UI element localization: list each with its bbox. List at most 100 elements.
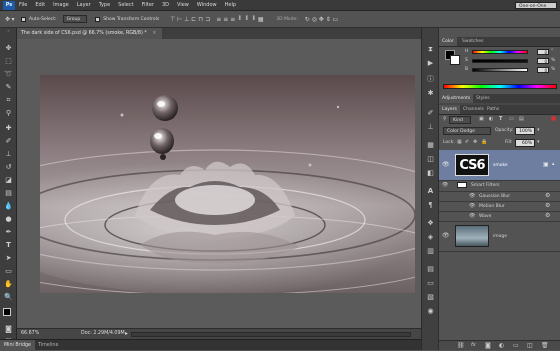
tab-mini-bridge[interactable]: Mini Bridge xyxy=(0,340,36,351)
brightness-slider[interactable] xyxy=(472,68,528,72)
color-spectrum-bar[interactable] xyxy=(443,84,557,89)
navigator-panel-icon[interactable]: ◫ xyxy=(425,154,436,164)
wave-visibility-eye-icon[interactable]: 👁 xyxy=(469,213,475,219)
tool-preset-chevron-icon[interactable]: ▾ xyxy=(11,16,15,23)
auto-align-icon[interactable]: ▦ xyxy=(257,16,264,23)
tab-adjustments[interactable]: Adjustments xyxy=(439,94,474,103)
lock-image-icon[interactable]: ✐ xyxy=(465,139,469,145)
align-bottom-icon[interactable]: ⊥ xyxy=(183,16,190,23)
tab-styles[interactable]: Styles xyxy=(473,94,493,103)
link-layers-icon[interactable]: ⛓ xyxy=(457,342,465,349)
dodge-tool-icon[interactable]: ● xyxy=(3,215,14,224)
layer-row-image[interactable]: 👁 image xyxy=(439,221,560,252)
document-tab[interactable]: The dark side of CS6.psd @ 66.7% (smoke,… xyxy=(17,28,163,39)
lock-all-icon[interactable]: 🔒 xyxy=(481,139,487,145)
distribute-2-icon[interactable]: ≡ xyxy=(222,16,229,23)
add-mask-icon[interactable]: ◙ xyxy=(485,342,491,349)
lock-transparent-icon[interactable]: ▦ xyxy=(457,139,462,145)
menu-file[interactable]: File xyxy=(19,2,27,8)
properties-panel-icon[interactable]: ⓘ xyxy=(425,74,436,84)
info-panel-icon[interactable]: ✱ xyxy=(425,88,436,98)
auto-select-checkbox[interactable] xyxy=(21,16,26,22)
3d-slide-icon[interactable]: ⇕ xyxy=(325,16,332,23)
history-panel-icon[interactable]: ⧗ xyxy=(425,44,436,54)
opacity-slider-arrow-icon[interactable]: ▾ xyxy=(537,127,540,133)
layer-comps-panel-icon[interactable]: ❖ xyxy=(425,218,436,228)
smart-filter-mask-thumbnail[interactable] xyxy=(457,182,467,188)
paragraph-panel-icon[interactable]: ¶ xyxy=(425,200,436,210)
saturation-value[interactable]: 0 xyxy=(537,58,549,64)
marquee-tool-icon[interactable]: ⬚ xyxy=(3,57,14,66)
menu-3d[interactable]: 3D xyxy=(162,2,169,8)
new-layer-icon[interactable]: ◫ xyxy=(527,342,533,349)
align-top-icon[interactable]: ⊤ xyxy=(169,16,176,23)
3d-roll-icon[interactable]: ◎ xyxy=(311,16,318,23)
horizontal-scrollbar[interactable] xyxy=(131,332,411,337)
menu-type[interactable]: Type xyxy=(99,2,110,8)
actions-panel-icon[interactable]: ▶ xyxy=(425,58,436,68)
menu-select[interactable]: Select xyxy=(118,2,133,8)
healing-brush-tool-icon[interactable]: ✚ xyxy=(3,124,14,133)
layer-name-smoke[interactable]: smoke xyxy=(493,163,508,168)
menu-view[interactable]: View xyxy=(177,2,189,8)
3d-rotate-icon[interactable]: ↻ xyxy=(304,16,311,23)
3d-panel-icon[interactable]: ◈ xyxy=(425,232,436,242)
menu-image[interactable]: Image xyxy=(53,2,69,8)
menu-help[interactable]: Help xyxy=(225,2,236,8)
brush-panel-icon[interactable]: ✐ xyxy=(425,108,436,118)
status-menu-arrow-icon[interactable]: ▸ xyxy=(125,330,128,337)
lasso-tool-icon[interactable]: ➰ xyxy=(3,70,14,79)
tab-timeline[interactable]: Timeline xyxy=(34,340,62,351)
shape-tool-icon[interactable]: ▭ xyxy=(3,267,14,276)
hue-value[interactable]: 0 xyxy=(537,49,549,55)
close-tab-icon[interactable]: × xyxy=(152,31,156,36)
channels-panel-icon[interactable]: ◉ xyxy=(425,306,436,316)
motion-blur-options-icon[interactable]: ⚙ xyxy=(545,202,550,209)
filter-smart-object-icon[interactable]: ▤ xyxy=(519,116,524,122)
distribute-4-icon[interactable]: ⦀ xyxy=(236,15,243,23)
tab-paths[interactable]: Paths xyxy=(484,105,502,114)
filter-shape-icon[interactable]: ▭ xyxy=(509,116,514,122)
layer-visibility-eye-icon[interactable]: 👁 xyxy=(442,232,450,239)
background-color-swatch[interactable] xyxy=(450,55,460,65)
swatches-panel-icon[interactable]: ▦ xyxy=(425,140,436,150)
blend-mode-dropdown[interactable]: Color Dodge xyxy=(443,127,491,135)
clone-stamp-tool-icon[interactable]: ⊥ xyxy=(3,150,14,159)
character-panel-icon[interactable]: A xyxy=(425,186,436,196)
show-transform-checkbox[interactable] xyxy=(95,16,101,22)
styles-panel-icon[interactable]: ▧ xyxy=(425,292,436,302)
distribute-6-icon[interactable]: ⦀ xyxy=(250,15,257,23)
distribute-5-icon[interactable]: ⦀ xyxy=(243,15,250,23)
layer-row-smoke[interactable]: 👁 CS6 smoke ▣ ▴ xyxy=(439,150,560,181)
align-left-icon[interactable]: ⊏ xyxy=(190,16,197,23)
measurement-panel-icon[interactable]: ▥ xyxy=(425,246,436,256)
tab-layers[interactable]: Layers xyxy=(439,105,460,114)
align-middle-icon[interactable]: ⊢ xyxy=(176,16,183,23)
motion-blur-visibility-eye-icon[interactable]: 👁 xyxy=(469,203,475,209)
menu-edit[interactable]: Edit xyxy=(35,2,45,8)
history-brush-tool-icon[interactable]: ↺ xyxy=(3,163,14,172)
menu-window[interactable]: Window xyxy=(197,2,217,8)
gaussian-blur-options-icon[interactable]: ⚙ xyxy=(545,192,550,199)
menu-layer[interactable]: Layer xyxy=(77,2,91,8)
tab-channels[interactable]: Channels xyxy=(460,105,487,114)
gaussian-blur-visibility-eye-icon[interactable]: 👁 xyxy=(469,193,475,199)
zoom-tool-icon[interactable]: 🔍 xyxy=(3,293,14,302)
move-tool-icon[interactable]: ✥ xyxy=(3,44,14,53)
align-center-icon[interactable]: ⊓ xyxy=(197,16,204,23)
gradient-tool-icon[interactable]: ▤ xyxy=(3,189,14,198)
brightness-value[interactable]: 0 xyxy=(537,67,549,73)
3d-pan-icon[interactable]: ✥ xyxy=(318,16,325,23)
eyedropper-tool-icon[interactable]: ⚲ xyxy=(3,109,14,118)
layer-visibility-eye-icon[interactable]: 👁 xyxy=(442,161,450,168)
trash-icon[interactable]: 🗑 xyxy=(541,342,549,349)
workspace-select[interactable]: One-on-One xyxy=(515,2,557,9)
quick-mask-icon[interactable]: ◙ xyxy=(3,325,14,334)
foreground-color-swatch[interactable] xyxy=(3,308,11,316)
wave-options-icon[interactable]: ⚙ xyxy=(545,212,550,219)
filter-type-icon[interactable]: T xyxy=(499,116,502,122)
layer-name-image[interactable]: image xyxy=(493,234,507,239)
pen-tool-icon[interactable]: ✒ xyxy=(3,228,14,237)
menu-filter[interactable]: Filter xyxy=(142,2,154,8)
clone-source-panel-icon[interactable]: ⊥ xyxy=(425,122,436,132)
